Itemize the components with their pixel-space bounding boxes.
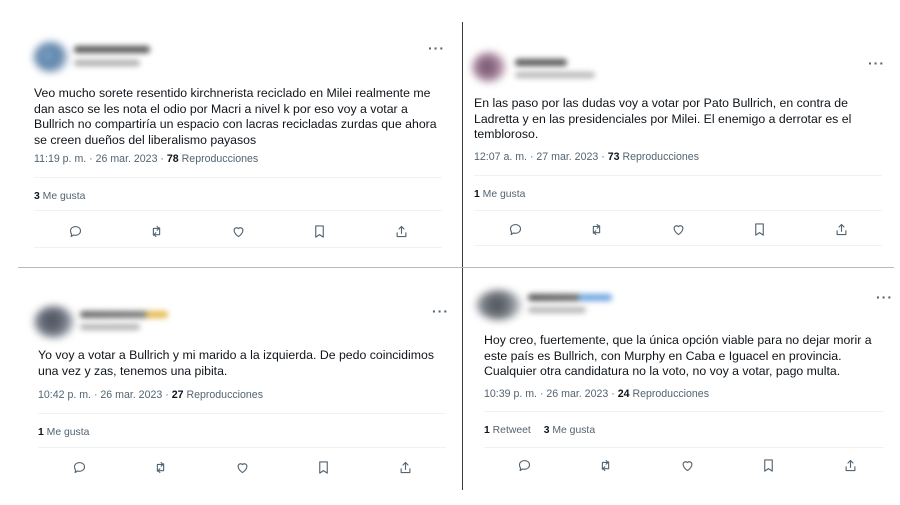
timestamp[interactable]: 11:19 p. m. · 26 mar. 2023 · (34, 153, 164, 165)
share-icon[interactable] (392, 222, 410, 240)
tweet-text: En las paso por las dudas voy a votar po… (474, 96, 852, 142)
separator (38, 413, 446, 414)
likes-label: Me gusta (482, 189, 526, 200)
separator (474, 175, 882, 176)
likes-stat[interactable]: 1 Me gusta (38, 427, 89, 438)
likes-count: 3 (543, 425, 550, 436)
likes-count: 1 (38, 427, 44, 438)
action-bar (0, 222, 460, 242)
action-bar (440, 220, 900, 240)
engagement-stats: 3 Me gusta (34, 191, 95, 202)
engagement-stats: 1 Me gusta (474, 189, 535, 200)
share-icon[interactable] (832, 220, 850, 238)
views-label: Reproducciones (181, 153, 259, 165)
blurred-handle[interactable] (74, 60, 140, 66)
avatar[interactable] (34, 42, 68, 72)
likes-count: 3 (34, 191, 40, 202)
retweet-icon[interactable] (151, 458, 169, 476)
horizontal-divider (18, 267, 894, 268)
reply-icon[interactable] (70, 458, 88, 476)
retweets-stat[interactable]: 1 Retweet (484, 425, 531, 436)
reply-icon[interactable] (66, 222, 84, 240)
blurred-display-name[interactable] (515, 59, 567, 66)
blurred-handle[interactable] (515, 72, 595, 78)
timestamp[interactable]: 12:07 a. m. · 27 mar. 2023 · (474, 151, 605, 163)
tweet-meta[interactable]: 12:07 a. m. · 27 mar. 2023 · 73 Reproduc… (474, 151, 699, 163)
bookmark-icon[interactable] (314, 458, 332, 476)
views-count: 78 (166, 153, 179, 165)
avatar[interactable] (34, 306, 74, 338)
separator (474, 210, 882, 211)
tweet-text: Veo mucho sorete resentido kirchnerista … (34, 86, 437, 147)
like-icon[interactable] (678, 456, 696, 474)
separator (474, 245, 882, 246)
likes-stat[interactable]: 3 Me gusta (544, 425, 595, 436)
likes-label: Me gusta (46, 427, 90, 438)
retweet-icon[interactable] (587, 220, 605, 238)
share-icon[interactable] (841, 456, 859, 474)
likes-stat[interactable]: 1 Me gusta (474, 189, 525, 200)
more-icon[interactable]: ··· (868, 55, 885, 71)
more-icon[interactable]: ··· (432, 303, 449, 319)
more-icon[interactable]: ··· (876, 289, 893, 305)
views-count: 27 (171, 389, 184, 401)
views-label: Reproducciones (186, 389, 263, 401)
views-count: 73 (607, 151, 620, 163)
action-bar (4, 458, 464, 478)
engagement-stats: 1 Me gusta (38, 427, 99, 438)
bookmark-icon[interactable] (750, 220, 768, 238)
action-bar (449, 456, 900, 476)
views-label: Reproducciones (622, 151, 699, 163)
reply-icon[interactable] (506, 220, 524, 238)
blurred-handle[interactable] (80, 324, 140, 330)
blurred-handle[interactable] (528, 307, 586, 313)
separator (34, 247, 442, 248)
retweet-icon[interactable] (147, 222, 165, 240)
avatar[interactable] (472, 52, 506, 82)
timestamp[interactable]: 10:39 p. m. · 26 mar. 2023 · (484, 388, 615, 400)
bookmark-icon[interactable] (310, 222, 328, 240)
views-count: 24 (617, 388, 630, 400)
likes-label: Me gusta (42, 191, 86, 202)
separator (34, 210, 442, 211)
vertical-divider (462, 22, 463, 490)
bookmark-icon[interactable] (759, 456, 777, 474)
share-icon[interactable] (396, 458, 414, 476)
retweet-icon[interactable] (596, 456, 614, 474)
more-icon[interactable]: ··· (428, 40, 445, 56)
blurred-display-name[interactable] (528, 294, 612, 301)
timestamp[interactable]: 10:42 p. m. · 26 mar. 2023 · (38, 389, 169, 401)
blurred-display-name[interactable] (74, 46, 150, 53)
tweet-meta[interactable]: 10:42 p. m. · 26 mar. 2023 · 27 Reproduc… (38, 389, 263, 401)
like-icon[interactable] (669, 220, 687, 238)
separator (484, 447, 884, 448)
tweet-text: Yo voy a votar a Bullrich y mi marido a … (38, 348, 434, 378)
likes-count: 1 (474, 189, 480, 200)
engagement-stats: 1 Retweet 3 Me gusta (484, 425, 605, 436)
separator (484, 411, 884, 412)
likes-stat[interactable]: 3 Me gusta (34, 191, 85, 202)
blurred-display-name[interactable] (80, 311, 168, 318)
like-icon[interactable] (233, 458, 251, 476)
views-label: Reproducciones (632, 388, 709, 400)
separator (38, 447, 446, 448)
tweet-text: Hoy creo, fuertemente, que la única opci… (484, 333, 872, 379)
avatar[interactable] (476, 290, 522, 320)
separator (34, 177, 442, 178)
retweets-count: 1 (484, 425, 490, 436)
tweet-meta[interactable]: 11:19 p. m. · 26 mar. 2023 · 78 Reproduc… (34, 153, 258, 165)
reply-icon[interactable] (515, 456, 533, 474)
likes-label: Me gusta (552, 425, 596, 436)
tweet-meta[interactable]: 10:39 p. m. · 26 mar. 2023 · 24 Reproduc… (484, 388, 709, 400)
like-icon[interactable] (229, 222, 247, 240)
retweets-label: Retweet (492, 425, 531, 436)
